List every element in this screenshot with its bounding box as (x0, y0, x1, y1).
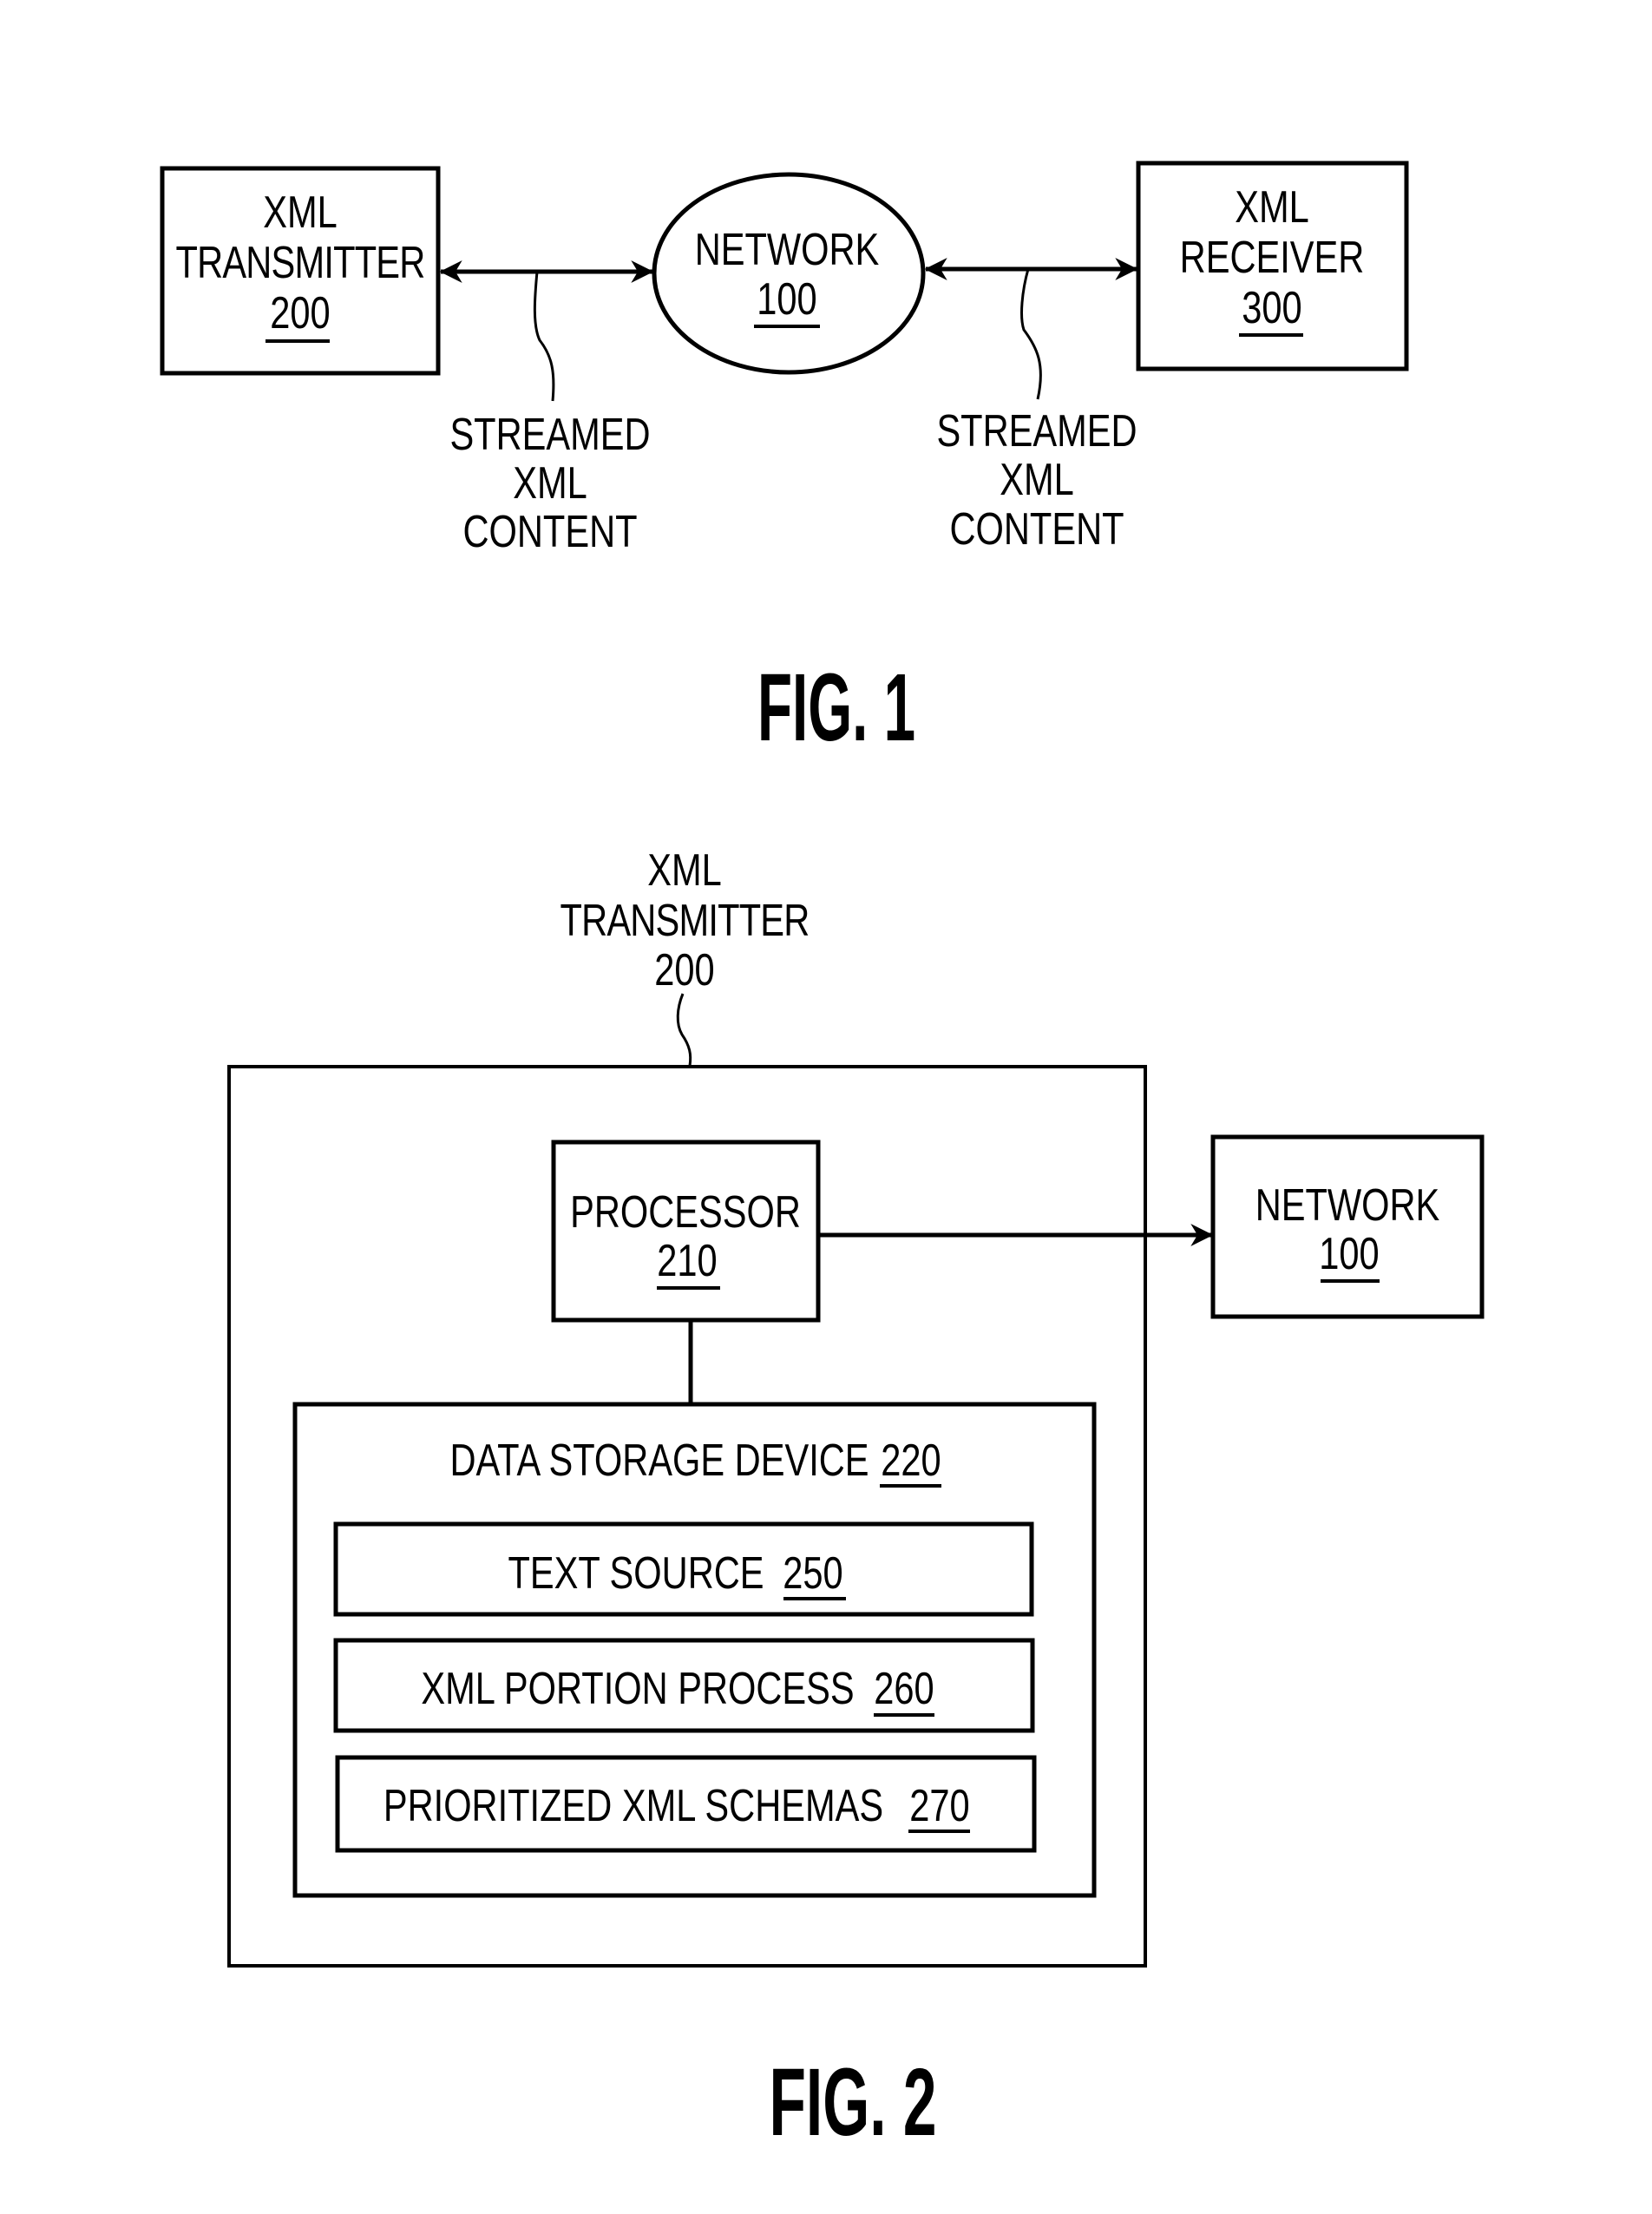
network-node: NETWORK 100 (652, 172, 926, 375)
item-label: PRIORITIZED XML SCHEMAS (384, 1781, 883, 1831)
right-leader-line (1020, 268, 1042, 400)
left-link-label: STREAMED XML CONTENT (449, 410, 650, 557)
network-ref: 100 (757, 274, 816, 325)
processor-label: PROCESSOR (570, 1187, 801, 1238)
figure-2: XML TRANSMITTER 200 PROCESSOR 210 NETWOR… (227, 845, 1485, 2156)
right-label-line3: CONTENT (949, 504, 1124, 555)
figure-1-caption: FIG. 1 (757, 654, 915, 761)
figure-1: XML TRANSMITTER 200 NETWORK 100 XML RECE… (160, 161, 1409, 761)
left-leader-line (533, 271, 555, 402)
right-link-label: STREAMED XML CONTENT (936, 406, 1137, 555)
left-label-line1: STREAMED (449, 410, 650, 460)
patent-drawing-sheet: XML TRANSMITTER 200 NETWORK 100 XML RECE… (160, 161, 1485, 2156)
receiver-ref: 300 (1242, 283, 1301, 333)
storage-item-xml-portion-process: XML PORTION PROCESS 260 (333, 1638, 1035, 1733)
storage-label: DATA STORAGE DEVICE (449, 1435, 869, 1486)
network-label: NETWORK (695, 225, 880, 275)
processor-box: PROCESSOR 210 (551, 1140, 821, 1323)
network-box: NETWORK 100 (1210, 1134, 1485, 1319)
right-label-line1: STREAMED (936, 406, 1137, 457)
processor-ref: 210 (657, 1236, 717, 1286)
receiver-line2: RECEIVER (1180, 233, 1365, 283)
item-ref: 260 (874, 1664, 934, 1714)
left-label-line2: XML (513, 458, 587, 509)
container-label-line1: XML (647, 845, 722, 896)
xml-receiver-box: XML RECEIVER 300 (1136, 161, 1409, 371)
item-label: XML PORTION PROCESS (421, 1664, 854, 1714)
item-label: TEXT SOURCE (508, 1548, 764, 1599)
transmitter-line2: TRANSMITTER (176, 238, 425, 288)
storage-ref: 220 (881, 1435, 941, 1486)
storage-item-prioritized-xml-schemas: PRIORITIZED XML SCHEMAS 270 (335, 1755, 1037, 1853)
left-label-line3: CONTENT (462, 507, 637, 557)
network-label: NETWORK (1255, 1180, 1440, 1231)
container-label-line2: TRANSMITTER (560, 896, 810, 946)
right-label-line2: XML (1000, 455, 1074, 505)
container-label-line3: 200 (654, 945, 714, 995)
item-ref: 270 (909, 1781, 969, 1831)
transmitter-ref: 200 (270, 288, 330, 338)
storage-item-text-source: TEXT SOURCE 250 (333, 1521, 1034, 1617)
network-ref: 100 (1319, 1229, 1379, 1279)
xml-transmitter-box: XML TRANSMITTER 200 (160, 166, 441, 376)
item-ref: 250 (783, 1548, 842, 1599)
figure-2-caption: FIG. 2 (770, 2049, 937, 2156)
receiver-line1: XML (1235, 182, 1309, 233)
transmitter-line1: XML (263, 187, 338, 238)
container-leader-line (676, 993, 692, 1067)
transmitter-container-label: XML TRANSMITTER 200 (560, 845, 810, 995)
